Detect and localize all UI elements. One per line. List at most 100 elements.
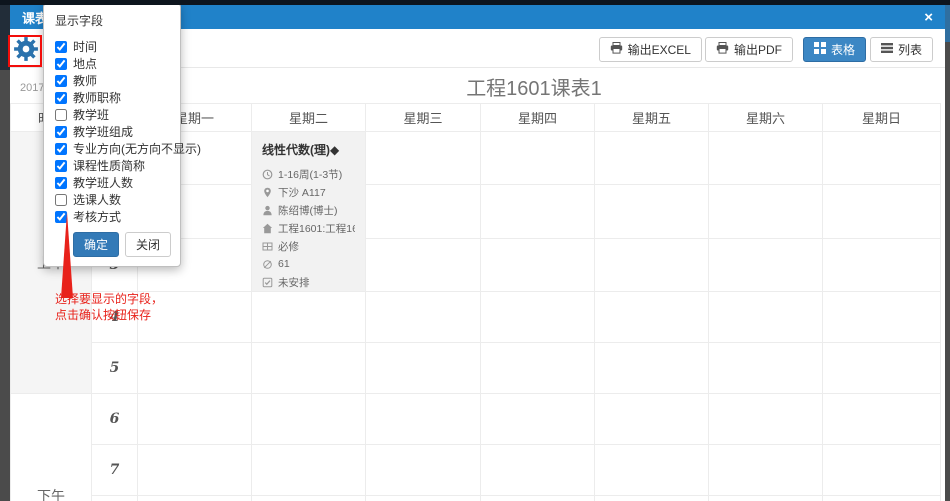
field-label: 选课人数	[73, 193, 122, 207]
field-checkbox[interactable]	[55, 176, 67, 189]
timetable-cell	[708, 444, 823, 496]
timetable-cell	[594, 444, 709, 496]
timetable-cell	[594, 130, 709, 186]
class-size-icon	[262, 259, 273, 270]
timetable-cell	[594, 495, 709, 501]
teacher-icon	[262, 205, 273, 216]
timetable-cell	[137, 444, 252, 496]
field-label: 教学班组成	[73, 125, 134, 139]
field-checkbox[interactable]	[55, 57, 67, 70]
timetable-cell	[822, 342, 941, 394]
timetable-modal: 课表 × 输出EXCEL 输出PDF 表格 列表 2017 工程1601课表1 …	[8, 3, 945, 501]
course-detail-row: 61	[262, 255, 355, 273]
backdrop-right	[945, 0, 950, 42]
day-header-3: 星期三	[365, 103, 481, 132]
field-checkbox[interactable]	[55, 125, 67, 138]
field-checkbox[interactable]	[55, 108, 67, 121]
timetable-cell	[480, 393, 595, 445]
period-number: 4	[91, 291, 138, 343]
field-row: 地点	[55, 55, 169, 72]
timetable-cell	[822, 237, 941, 293]
popup-close-button[interactable]: 关闭	[124, 232, 171, 257]
timetable-cell	[594, 393, 709, 445]
course-type-icon	[262, 241, 273, 252]
course-detail-text: 61	[278, 258, 290, 270]
course-cell[interactable]: 线性代数(理)◆ 1-16周(1-3节) 下沙 A117 陈绍博(博士) 工程1601:…	[251, 131, 366, 292]
field-row: 教学班	[55, 106, 169, 123]
timetable-cell	[708, 342, 823, 394]
view-list-button[interactable]: 列表	[869, 37, 933, 62]
timetable-cell	[251, 291, 366, 343]
page-title: 工程1601课表1	[466, 78, 602, 100]
timetable-cell	[137, 495, 252, 501]
course-detail-text: 必修	[278, 240, 299, 253]
close-icon[interactable]: ×	[924, 10, 933, 25]
timetable-cell	[365, 237, 481, 293]
course-detail-text: 未安排	[278, 276, 310, 289]
timetable-cell	[137, 342, 252, 394]
course-detail-row: 未安排	[262, 273, 355, 291]
field-checkbox[interactable]	[55, 40, 67, 53]
course-title: 线性代数(理)◆	[262, 143, 340, 157]
day-header-2: 星期二	[251, 103, 366, 132]
timetable-cell	[480, 444, 595, 496]
timetable-cell	[365, 130, 481, 186]
field-label: 教师	[73, 74, 98, 88]
popup-actions: 确定 关闭	[44, 225, 180, 266]
term-label: 2017	[20, 82, 45, 94]
timetable-cell	[365, 184, 481, 239]
gear-icon[interactable]	[13, 36, 39, 62]
exam-icon	[262, 277, 273, 288]
confirm-button[interactable]: 确定	[72, 232, 119, 257]
timetable-cell	[251, 444, 366, 496]
course-detail-text: 下沙 A117	[278, 186, 326, 199]
timetable-cell	[594, 291, 709, 343]
field-label: 考核方式	[73, 210, 122, 224]
timetable-cell	[822, 495, 941, 501]
timetable-cell	[822, 291, 941, 343]
view-table-button[interactable]: 表格	[802, 37, 866, 62]
field-row: 教师职称	[55, 89, 169, 106]
daypart-label: 下午	[10, 393, 92, 501]
timetable-cell	[365, 495, 481, 501]
location-icon	[262, 187, 273, 198]
field-row: 教师	[55, 72, 169, 89]
export-excel-button[interactable]: 输出EXCEL	[598, 37, 702, 62]
timetable-cell	[822, 393, 941, 445]
field-label: 时间	[73, 40, 98, 54]
grid-icon	[813, 42, 826, 57]
field-label: 教学班	[73, 108, 110, 122]
timetable-cell	[594, 237, 709, 293]
export-pdf-button[interactable]: 输出PDF	[704, 37, 793, 62]
course-detail-row: 必修	[262, 237, 355, 255]
course-detail-text: 陈绍博(博士)	[278, 204, 338, 217]
field-checkbox-list: 时间 地点 教师 教师职称 教学班 教学班组成 专业方向(无方向不显示) 课程性质简称 教学班人…	[44, 34, 201, 225]
field-row: 考核方式	[55, 208, 169, 225]
timetable-cell	[251, 495, 366, 501]
field-checkbox[interactable]	[55, 142, 67, 155]
period-number: 7	[91, 444, 138, 496]
field-row: 课程性质简称	[55, 157, 169, 174]
timetable-cell	[594, 184, 709, 239]
period-number: 6	[91, 393, 138, 445]
field-label: 地点	[73, 57, 98, 71]
timetable-cell	[137, 393, 252, 445]
timetable-cell	[708, 291, 823, 343]
timetable-cell	[251, 342, 366, 394]
field-checkbox[interactable]	[55, 193, 67, 206]
timetable-cell	[480, 342, 595, 394]
field-checkbox[interactable]	[55, 74, 67, 87]
timetable-cell	[708, 495, 823, 501]
timetable-cell	[822, 130, 941, 186]
field-checkbox[interactable]	[55, 159, 67, 172]
timetable-row: 4	[11, 291, 941, 343]
day-header-5: 星期五	[594, 103, 709, 132]
timetable-row: 5	[11, 342, 941, 394]
export-pdf-label: 输出PDF	[733, 43, 782, 57]
timetable-cell	[822, 444, 941, 496]
field-checkbox[interactable]	[55, 210, 67, 223]
timetable-cell	[708, 237, 823, 293]
field-checkbox[interactable]	[55, 91, 67, 104]
field-row: 专业方向(无方向不显示)	[55, 140, 201, 157]
timetable-cell	[594, 342, 709, 394]
